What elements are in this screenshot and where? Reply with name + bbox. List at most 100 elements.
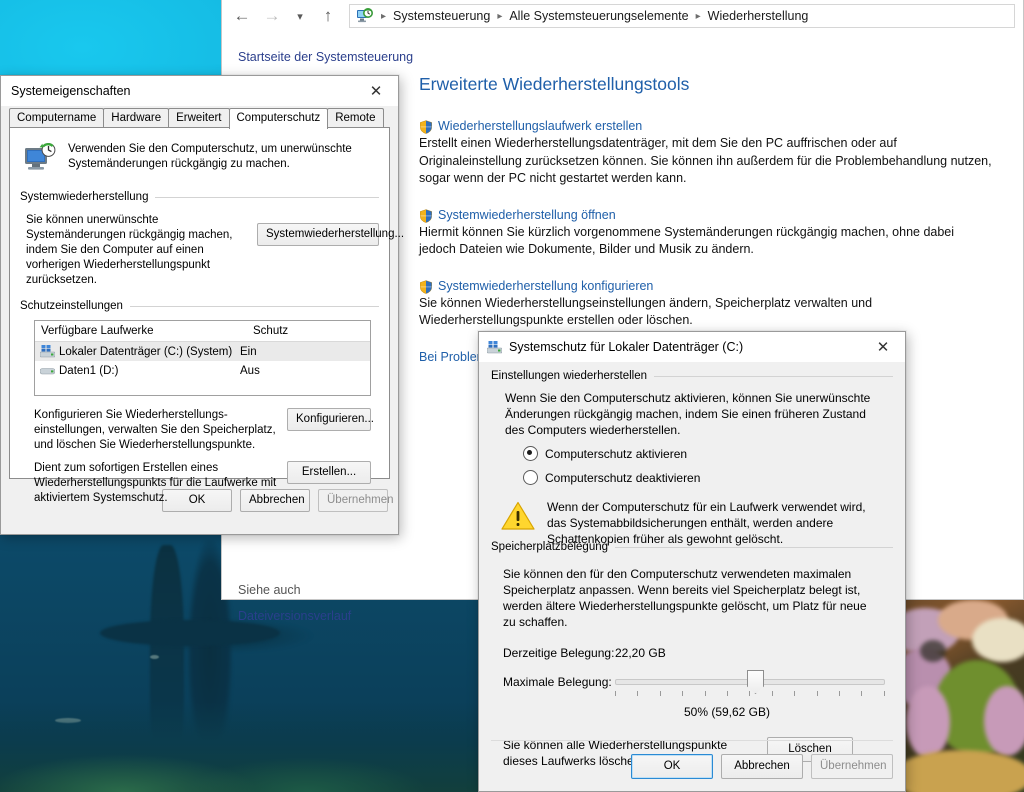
address-bar[interactable]: ▸ Systemsteuerung ▸ Alle Systemsteuerung… <box>349 4 1015 28</box>
protection-header-text: Verwenden Sie den Computerschutz, um une… <box>68 143 352 170</box>
task-open-system-restore: Systemwiederherstellung öffnen Hiermit k… <box>419 208 1001 259</box>
group-schutzeinstellungen: Schutzeinstellungen <box>20 300 379 312</box>
radio-enable-protection[interactable]: Computerschutz aktivieren <box>523 446 893 461</box>
column-header-drives: Verfügbare Laufwerke <box>41 325 154 337</box>
navigation-bar: ← → ▾ ↑ ▸ Systemsteuerung ▸ Alle Systems… <box>222 0 1023 32</box>
link-open-system-restore[interactable]: Systemwiederherstellung öffnen <box>438 208 616 222</box>
tab-computerschutz[interactable]: Computerschutz <box>228 108 329 129</box>
slider-ticks <box>615 691 885 696</box>
dialog-footer: OK Abbrechen Übernehmen <box>631 754 893 779</box>
wallpaper-coral <box>900 600 1024 792</box>
create-row: Dient zum sofortigen Erstellen eines Wie… <box>34 461 371 506</box>
shield-icon <box>419 208 433 223</box>
warning-row: Wenn der Computerschutz für ein Laufwerk… <box>501 499 893 547</box>
dialog-body: Einstellungen wiederherstellen Wenn Sie … <box>479 362 905 769</box>
chevron-down-icon[interactable]: ▾ <box>287 2 313 30</box>
see-also-section: Siehe auch Dateiversionsverlauf <box>238 583 351 625</box>
table-row[interactable]: Lokaler Datenträger (C:) (System) Ein <box>35 342 370 361</box>
see-also-label: Siehe auch <box>238 583 301 597</box>
radio-button[interactable] <box>523 446 538 461</box>
group-einstellungen-wiederherstellen: Einstellungen wiederherstellen <box>491 370 893 382</box>
divider <box>155 196 379 198</box>
table-row[interactable]: Daten1 (D:) Aus <box>35 361 370 380</box>
restore-row: Sie können unerwünschte Systemänderungen… <box>26 213 404 288</box>
ok-button[interactable]: OK <box>631 754 713 779</box>
drives-list[interactable]: Verfügbare Laufwerke Schutz Lokaler Date… <box>34 320 371 396</box>
group-label: Einstellungen wiederherstellen <box>491 370 647 382</box>
close-icon[interactable]: ✕ <box>861 333 905 362</box>
configure-description: Konfigurieren Sie Wiederherstellungs-ein… <box>34 409 276 451</box>
footer-divider <box>491 740 893 741</box>
group-label: Speicherplatzbelegung <box>491 541 609 553</box>
breadcrumb-wiederherstellung[interactable]: Wiederherstellung <box>706 9 811 23</box>
dialog-title: Systemschutz für Lokaler Datenträger (C:… <box>509 340 744 354</box>
wallpaper-fish <box>150 655 159 659</box>
column-header-protection: Schutz <box>253 325 289 337</box>
create-button[interactable]: Erstellen... <box>287 461 371 484</box>
drive-protection: Ein <box>240 345 257 358</box>
system-restore-button[interactable]: Systemwiederherstellung... <box>257 223 404 246</box>
breadcrumb-systemsteuerung[interactable]: Systemsteuerung <box>391 9 492 23</box>
forward-icon[interactable]: → <box>257 2 287 30</box>
protection-header: Verwenden Sie den Computerschutz, um une… <box>24 142 379 175</box>
system-properties-dialog: Systemeigenschaften ✕ Computername Hardw… <box>0 75 404 535</box>
sidebar-item-dateiversionsverlauf[interactable]: Dateiversionsverlauf <box>238 607 351 625</box>
tab-panel-computerschutz: Verwenden Sie den Computerschutz, um une… <box>9 127 404 504</box>
link-configure-system-restore[interactable]: Systemwiederherstellung konfigurieren <box>438 279 653 293</box>
current-usage-label: Derzeitige Belegung: <box>503 646 615 660</box>
disk-usage-slider[interactable] <box>615 670 893 696</box>
divider <box>129 305 379 307</box>
warning-icon <box>501 501 535 534</box>
drive-protection: Aus <box>240 364 260 377</box>
computer-protection-icon <box>24 142 58 175</box>
breadcrumb-alle-elemente[interactable]: Alle Systemsteuerungselemente <box>507 9 690 23</box>
shield-icon <box>419 279 433 294</box>
drive-icon <box>39 364 56 377</box>
slider-value-text: 50% (59,62 GB) <box>683 705 771 719</box>
system-protection-dialog: Systemschutz für Lokaler Datenträger (C:… <box>478 331 906 792</box>
list-header: Verfügbare Laufwerke Schutz <box>35 321 370 342</box>
tab-hardware[interactable]: Hardware <box>103 108 170 127</box>
tab-strip: Computername Hardware Erweitert Computer… <box>1 108 398 129</box>
dialog-titlebar[interactable]: Systemeigenschaften ✕ <box>1 76 398 106</box>
close-icon[interactable]: ✕ <box>354 77 398 106</box>
group-label: Systemwiederherstellung <box>20 191 149 203</box>
system-drive-icon <box>39 345 56 358</box>
restore-description: Sie können unerwünschte Systemänderungen… <box>26 214 233 286</box>
sidebar-home-link[interactable]: Startseite der Systemsteuerung <box>238 48 417 66</box>
cancel-button[interactable]: Abbrechen <box>721 754 803 779</box>
recovery-icon <box>356 8 373 24</box>
task-recovery-drive: Wiederherstellungslaufwerk erstellen Ers… <box>419 119 1001 188</box>
disk-usage-description: Sie können den für den Computerschutz ve… <box>503 567 867 629</box>
task-description: Hiermit können Sie kürzlich vorgenommene… <box>419 224 955 257</box>
configure-button[interactable]: Konfigurieren... <box>287 408 374 431</box>
drive-name: Daten1 (D:) <box>59 364 119 377</box>
tab-computername[interactable]: Computername <box>9 108 105 127</box>
task-description: Erstellt einen Wiederherstellungsdatentr… <box>419 136 992 185</box>
configure-row: Konfigurieren Sie Wiederherstellungs-ein… <box>34 408 374 453</box>
current-usage-value: 22,20 GB <box>615 646 666 660</box>
dialog-titlebar[interactable]: Systemschutz für Lokaler Datenträger (C:… <box>479 332 905 362</box>
shield-icon <box>419 120 433 134</box>
breadcrumb-separator: ▸ <box>381 10 387 22</box>
task-configure-system-restore: Systemwiederherstellung konfigurieren Si… <box>419 279 1001 330</box>
breadcrumb-separator: ▸ <box>497 10 503 22</box>
radio-label: Computerschutz aktivieren <box>545 446 688 461</box>
current-usage-row: Derzeitige Belegung: 22,20 GB <box>503 646 893 660</box>
group-label: Schutzeinstellungen <box>20 300 123 312</box>
drive-name: Lokaler Datenträger (C:) (System) <box>59 345 233 358</box>
page-title: Erweiterte Wiederherstellungstools <box>419 74 690 94</box>
up-icon[interactable]: ↑ <box>313 2 343 30</box>
divider <box>654 375 893 377</box>
radio-disable-protection[interactable]: Computerschutz deaktivieren <box>523 470 893 485</box>
restore-settings-description: Wenn Sie den Computerschutz aktivieren, … <box>505 391 871 437</box>
link-recovery-drive[interactable]: Wiederherstellungslaufwerk erstellen <box>438 119 642 133</box>
tab-remote[interactable]: Remote <box>327 108 384 127</box>
radio-label: Computerschutz deaktivieren <box>545 470 701 485</box>
back-icon[interactable]: ← <box>227 2 257 30</box>
tab-erweitert[interactable]: Erweitert <box>168 108 230 127</box>
max-usage-row: Maximale Belegung: <box>503 670 893 696</box>
task-description: Sie können Wiederherstellungseinstellung… <box>419 295 873 328</box>
apply-button: Übernehmen <box>811 754 893 779</box>
radio-button[interactable] <box>523 470 538 485</box>
